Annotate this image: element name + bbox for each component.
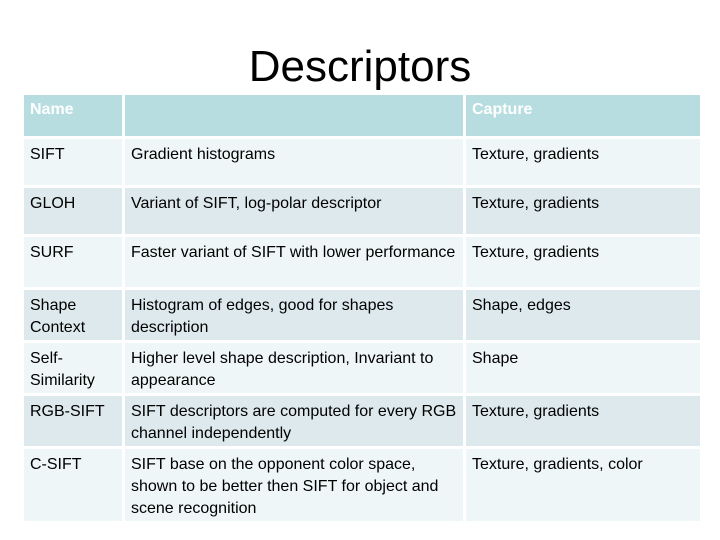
cell-name: RGB-SIFT	[24, 396, 122, 446]
table-row: C-SIFT SIFT base on the opponent color s…	[24, 449, 700, 521]
cell-description: Variant of SIFT, log-polar descriptor	[125, 188, 463, 234]
cell-capture: Shape	[466, 343, 700, 393]
page-title: Descriptors	[248, 42, 472, 91]
cell-description: Histogram of edges, good for shapes desc…	[125, 290, 463, 340]
cell-name: Shape Context	[24, 290, 122, 340]
cell-description: SIFT base on the opponent color space, s…	[125, 449, 463, 521]
cell-capture: Shape, edges	[466, 290, 700, 340]
table-header-row: Name Capture	[24, 95, 700, 136]
cell-capture: Texture, gradients	[466, 188, 700, 234]
cell-name: C-SIFT	[24, 449, 122, 521]
table-row: Self-Similarity Higher level shape descr…	[24, 343, 700, 393]
cell-name: SIFT	[24, 139, 122, 185]
header-name: Name	[24, 95, 122, 136]
cell-description: Faster variant of SIFT with lower perfor…	[125, 237, 463, 287]
cell-name: GLOH	[24, 188, 122, 234]
cell-description: Gradient histograms	[125, 139, 463, 185]
table-row: GLOH Variant of SIFT, log-polar descript…	[24, 188, 700, 234]
table-row: SIFT Gradient histograms Texture, gradie…	[24, 139, 700, 185]
cell-capture: Texture, gradients	[466, 396, 700, 446]
cell-name: Self-Similarity	[24, 343, 122, 393]
cell-description: SIFT descriptors are computed for every …	[125, 396, 463, 446]
table-row: SURF Faster variant of SIFT with lower p…	[24, 237, 700, 287]
header-description	[125, 95, 463, 136]
header-capture: Capture	[466, 95, 700, 136]
table-row: Shape Context Histogram of edges, good f…	[24, 290, 700, 340]
cell-description: Higher level shape description, Invarian…	[125, 343, 463, 393]
table-row: RGB-SIFT SIFT descriptors are computed f…	[24, 396, 700, 446]
cell-name: SURF	[24, 237, 122, 287]
cell-capture: Texture, gradients, color	[466, 449, 700, 521]
cell-capture: Texture, gradients	[466, 139, 700, 185]
cell-capture: Texture, gradients	[466, 237, 700, 287]
descriptors-table: Name Capture SIFT Gradient histograms Te…	[21, 92, 703, 524]
